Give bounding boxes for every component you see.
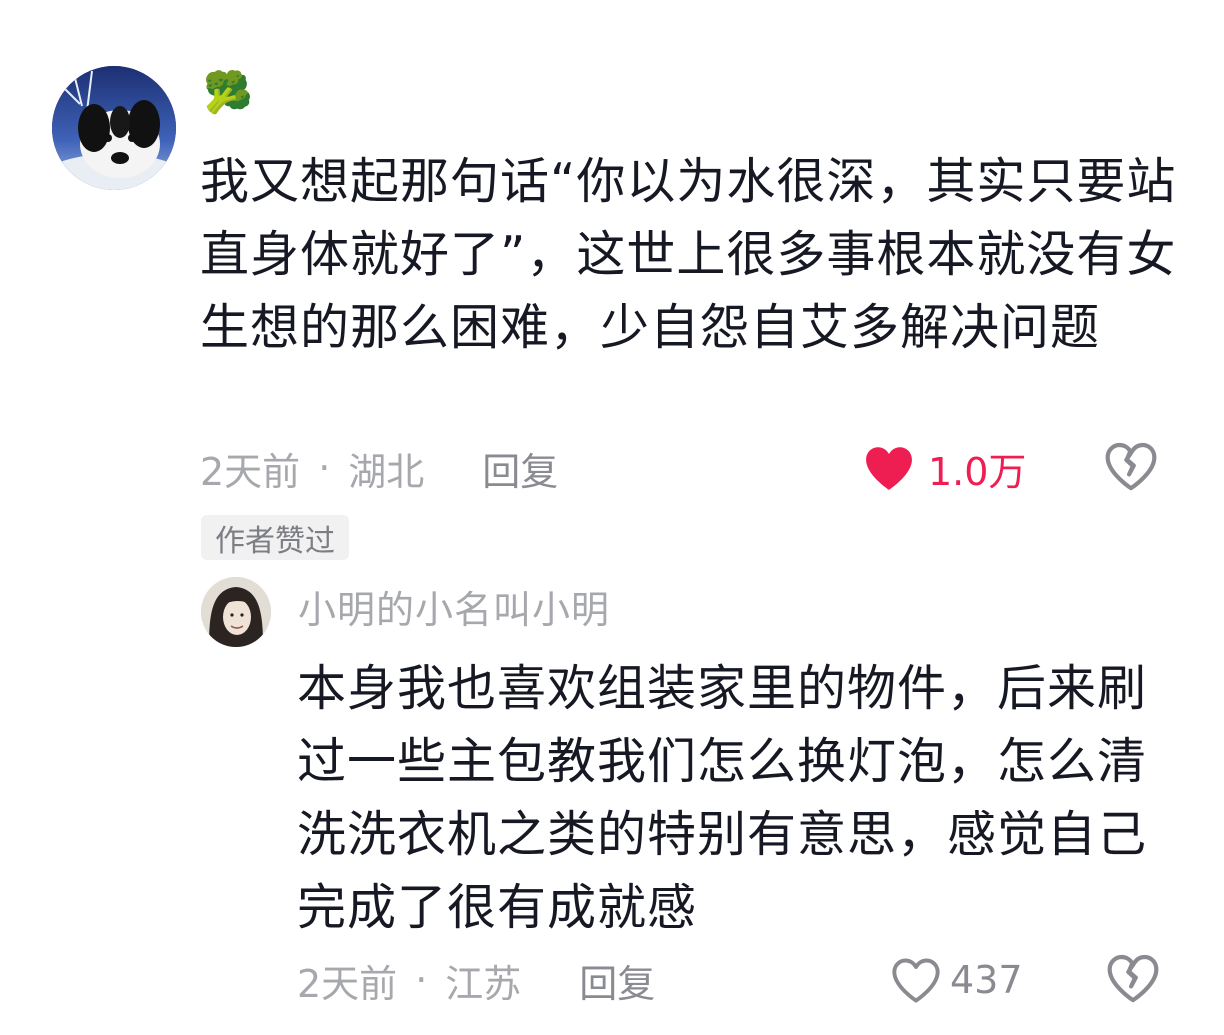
comment-time: 2天前 (200, 449, 301, 494)
broken-heart-icon (1105, 442, 1157, 491)
comment-meta: 2天前 · 湖北 回复 (200, 440, 558, 496)
reply-username[interactable]: 小明的小名叫小明 (298, 585, 610, 635)
avatar[interactable] (201, 577, 271, 647)
like-button[interactable]: 1.0万 (862, 440, 1026, 496)
avatar[interactable] (52, 66, 176, 190)
reply-button[interactable]: 回复 (579, 953, 655, 1008)
meta-separator: · (415, 958, 428, 1002)
avatar-image (52, 66, 176, 190)
comment-text: 我又想起那句话“你以为水很深，其实只要站直身体就好了”，这世上很多事根本就没有女… (200, 153, 1177, 356)
broken-heart-icon (1107, 954, 1159, 1003)
heart-outline-icon (892, 958, 940, 1003)
author-liked-badge: 作者赞过 (201, 515, 349, 560)
heart-icon (866, 447, 912, 490)
like-count: 437 (950, 958, 1023, 1002)
dislike-button[interactable] (1105, 952, 1161, 1008)
reply-text: 本身我也喜欢组装家里的物件，后来刷过一些主包教我们怎么换灯泡，怎么清洗洗衣机之类… (297, 660, 1148, 936)
meta-separator: · (318, 446, 331, 490)
reply-meta: 2天前 · 江苏 回复 (297, 952, 655, 1008)
like-count: 1.0万 (928, 449, 1027, 494)
avatar-image (201, 577, 271, 647)
comment-location: 湖北 (348, 449, 425, 494)
reply-time: 2天前 (297, 961, 398, 1006)
username[interactable]: 🥦 (203, 70, 253, 116)
dislike-button[interactable] (1103, 440, 1159, 496)
reply-location: 江苏 (445, 961, 522, 1006)
like-button[interactable]: 437 (890, 952, 1023, 1008)
reply-button[interactable]: 回复 (482, 441, 558, 496)
